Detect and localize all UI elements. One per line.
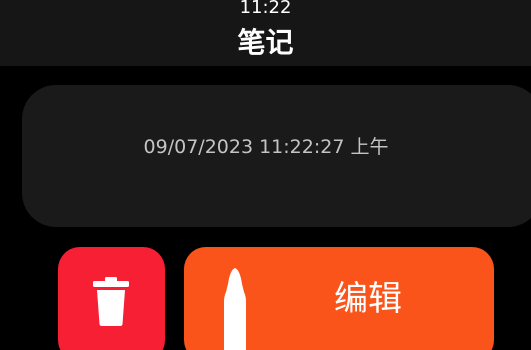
pencil-icon (224, 268, 246, 350)
edit-label: 编辑 (334, 279, 402, 319)
trash-icon (93, 277, 129, 326)
note-timestamp: 09/07/2023 11:22:27 上午 (143, 136, 389, 158)
note-screen: 11:22 笔记 09/07/2023 11:22:27 上午 编辑 (0, 0, 531, 350)
edit-button[interactable]: 编辑 (184, 247, 494, 350)
page-title: 笔记 (237, 26, 294, 59)
delete-button[interactable] (58, 247, 165, 350)
top-bar: 11:22 笔记 (0, 0, 531, 66)
note-card[interactable]: 09/07/2023 11:22:27 上午 (22, 85, 531, 227)
status-time: 11:22 (239, 0, 292, 18)
